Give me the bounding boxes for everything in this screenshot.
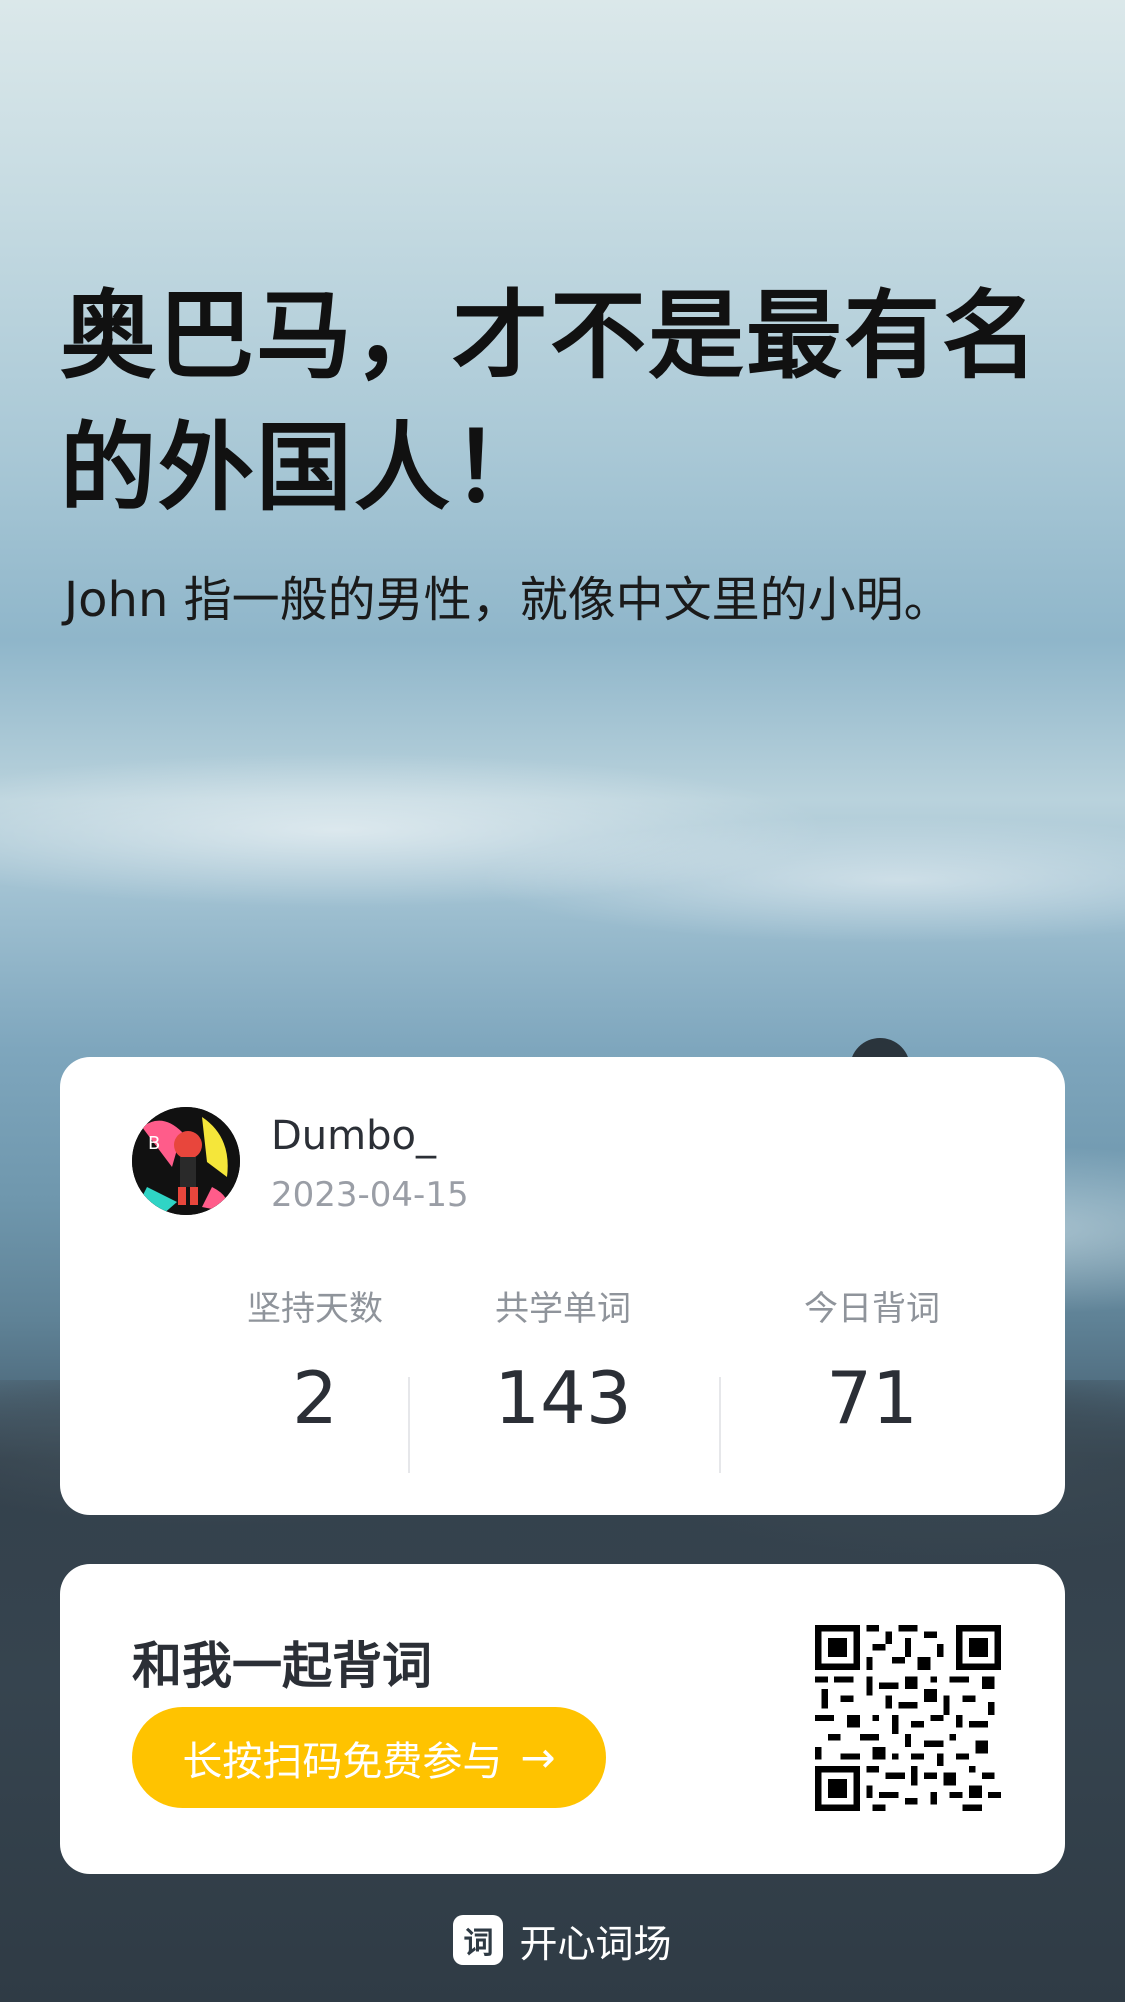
subtitle: John 指一般的男性，就像中文里的小明。 [64,572,952,628]
stat-today-words: 今日背词 71 [717,1287,1027,1443]
stat-total-words: 共学单词 143 [408,1287,718,1443]
stat-label: 今日背词 [804,1289,940,1329]
stat-value: 143 [494,1356,632,1440]
cta-label: 长按扫码免费参与 [182,1738,503,1785]
avatar-illustration: B [132,1107,240,1215]
join-card: 和我一起背词 长按扫码免费参与 → [60,1564,1065,1874]
profile-card: B Dumbo_ 2023-04-15 坚持天数 2 共学单词 143 今日背词… [60,1057,1065,1515]
brand-name: 开心词场 [519,1921,672,1966]
arrow-right-icon: → [520,1733,556,1782]
qr-code-icon[interactable] [815,1625,1001,1811]
svg-text:B: B [148,1133,160,1154]
username: Dumbo_ [271,1113,436,1159]
footer-branding: 词 开心词场 [0,1912,1125,1968]
stat-label: 共学单词 [495,1289,631,1329]
join-title: 和我一起背词 [132,1637,432,1695]
study-date: 2023-04-15 [271,1175,469,1215]
app-logo-icon: 词 [453,1915,504,1965]
avatar[interactable]: B [132,1107,240,1215]
headline: 奥巴马，才不是最有名的外国人！ [60,280,1040,524]
stat-value: 71 [826,1356,918,1440]
stats-row: 坚持天数 2 共学单词 143 今日背词 71 [60,1287,1065,1473]
scan-to-join-button[interactable]: 长按扫码免费参与 → [132,1707,606,1808]
